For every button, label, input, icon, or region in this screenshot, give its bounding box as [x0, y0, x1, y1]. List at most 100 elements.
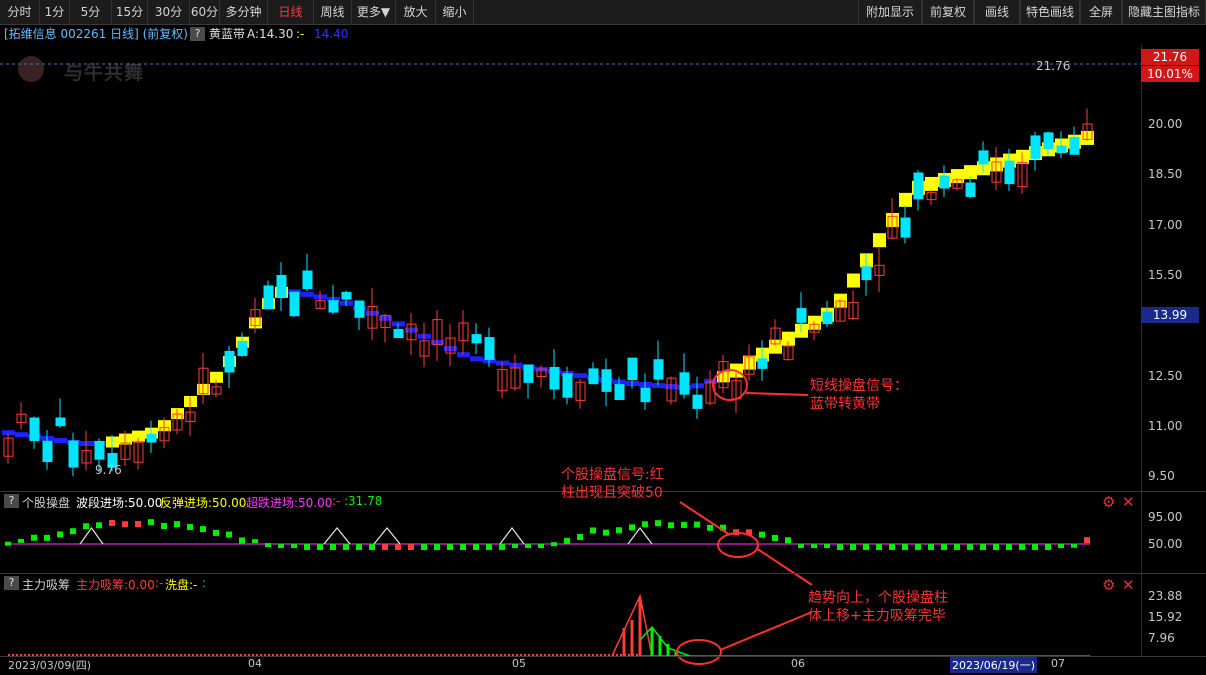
candle-body [965, 182, 976, 197]
panel3-axis-label: 7.96 [1148, 631, 1175, 645]
panel2-dot [18, 538, 24, 543]
panel2-dot [265, 543, 271, 548]
panel2-dot [876, 544, 882, 550]
panel2-dot [70, 528, 76, 535]
panel2-dot [564, 537, 570, 544]
panel2-dot [525, 544, 531, 548]
panel2-dot [512, 544, 518, 548]
panel2-axis-label: 50.00 [1148, 537, 1183, 551]
date-axis-label: 06 [791, 657, 805, 670]
close-icon[interactable]: ✕ [1122, 493, 1135, 511]
band-segment [54, 438, 67, 444]
panel2-dot [1058, 544, 1064, 548]
candle-body [562, 373, 573, 398]
panel3-axis-label: 15.92 [1148, 610, 1183, 624]
candle-body [276, 275, 287, 297]
candle-body [224, 350, 235, 373]
panel2-dot [278, 544, 284, 548]
panel3-value-3: 洗盘:- [165, 578, 198, 592]
panel-divider-2 [0, 573, 1206, 574]
candle-body [757, 358, 768, 369]
panel2-dot [1071, 543, 1077, 548]
panel2-triangle [373, 527, 401, 545]
price-axis-label: 15.50 [1148, 268, 1183, 282]
candle-body [939, 175, 950, 189]
panel2-dot [447, 544, 453, 550]
candle-body [796, 308, 807, 323]
panel2-dot [499, 544, 505, 550]
panel2-dot [317, 544, 323, 550]
panel2-dot [187, 523, 193, 530]
panel2-dot [96, 522, 102, 529]
latest-change-pct-box: 10.01% [1141, 66, 1199, 82]
panel2-dot [590, 527, 596, 534]
panel3-help-button[interactable]: ? [4, 576, 19, 590]
panel2-dot [5, 541, 11, 546]
annotation-line: 短线操盘信号： [810, 378, 908, 394]
candle-body [289, 291, 300, 317]
price-axis-label: 17.00 [1148, 218, 1183, 232]
panel2-dot [759, 531, 765, 538]
annotation-ellipse [717, 532, 759, 558]
panel2-dot [837, 544, 843, 550]
candle-body [94, 440, 105, 460]
date-axis-label: 2023/03/09(四) [8, 659, 91, 672]
candle-body [1056, 145, 1067, 154]
candle-body [549, 366, 560, 390]
panel2-dot [785, 537, 791, 544]
panel2-dot [356, 544, 362, 550]
candle-body [68, 440, 79, 468]
candle-body [1069, 137, 1080, 155]
panel2-dot [1045, 544, 1051, 550]
band-segment [847, 273, 860, 288]
annotation-line: 蓝带转黄带 [810, 396, 880, 412]
candle-body [588, 368, 599, 385]
panel2-dot [291, 544, 297, 548]
panel3-axis-label: 23.88 [1148, 589, 1183, 603]
panel2-triangle [79, 526, 104, 545]
candle-body [1043, 132, 1054, 150]
panel2-dot [850, 544, 856, 550]
panel2-dot [694, 521, 700, 528]
band-segment [470, 356, 483, 362]
panel2-dot [863, 544, 869, 550]
date-axis-label: 07 [1051, 657, 1065, 670]
panel2-dot [668, 522, 674, 529]
candle-body [614, 384, 625, 401]
price-axis-label: 11.00 [1148, 419, 1183, 433]
panel2-dot [629, 524, 635, 531]
candle-body [341, 291, 352, 300]
panel2-value-1: 波段进场:50.00 [76, 496, 163, 510]
panel2-dot [993, 544, 999, 550]
date-axis-label: 04 [248, 657, 262, 670]
candle-body [146, 433, 157, 443]
panel2-dot [928, 544, 934, 550]
panel2-dot [83, 523, 89, 530]
annotation-short-signal: 短线操盘信号： 蓝带转黄带 [810, 377, 908, 413]
annotation-line: 个股操盘信号:红 [561, 467, 664, 483]
band-segment [925, 176, 938, 191]
candle-body [627, 357, 638, 381]
panel2-name: 个股操盘 [22, 496, 71, 510]
panel2-dot [980, 544, 986, 550]
annotation-pointer [679, 501, 731, 536]
panel2-dot [1006, 544, 1012, 550]
close-icon[interactable]: ✕ [1122, 576, 1135, 594]
panel2-dot [616, 527, 622, 534]
candle-body [861, 266, 872, 281]
panel2-triangle [499, 527, 525, 545]
panel2-dot [161, 522, 167, 529]
panel2-dot [304, 544, 310, 550]
gear-icon[interactable]: ⚙ [1102, 576, 1115, 594]
band-segment [301, 291, 314, 297]
candle-body [55, 417, 66, 427]
panel2-dot [239, 537, 245, 544]
panel2-dot [122, 521, 128, 528]
panel2-help-button[interactable]: ? [4, 494, 19, 508]
candle-body [822, 311, 833, 325]
panel2-dot [967, 544, 973, 550]
panel2-dot [824, 544, 830, 548]
panel2-dot [57, 531, 63, 538]
candle-body [354, 300, 365, 318]
gear-icon[interactable]: ⚙ [1102, 493, 1115, 511]
